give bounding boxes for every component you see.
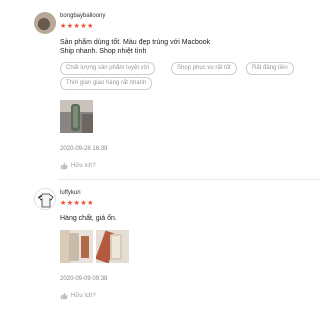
- review-divider: [58, 179, 320, 180]
- helpful-label: Hữu ích?: [71, 293, 96, 299]
- review-timestamp: 2020-09-09 09:38: [60, 276, 108, 282]
- review-comment: Sản phẩm dùng tốt. Màu đẹp trùng với Mac…: [60, 38, 210, 56]
- helpful-button[interactable]: Hữu ích?: [60, 162, 96, 170]
- review-timestamp: 2020-09-28 16:39: [60, 146, 108, 152]
- comment-line: Sản phẩm dùng tốt. Màu đẹp trùng với Mac…: [60, 39, 211, 46]
- star-rating: ★★★★★: [60, 200, 94, 207]
- review-tag: Shop phục vụ rất tốt: [171, 62, 237, 75]
- review-comment: Hàng chất, giá ổn.: [60, 214, 117, 223]
- helpful-button[interactable]: Hữu ích?: [60, 292, 96, 300]
- comment-line: Hàng chất, giá ổn.: [60, 215, 117, 222]
- review-item: bongbayballoony ★★★★★ Sản phẩm dùng tốt.…: [0, 0, 320, 179]
- thumbs-up-icon: [60, 292, 68, 300]
- review-tag: Rất đáng tiền: [246, 62, 294, 75]
- review-photo[interactable]: [60, 230, 93, 263]
- review-photo[interactable]: [60, 100, 93, 133]
- username[interactable]: bongbayballoony: [60, 13, 105, 19]
- review-photo[interactable]: [96, 230, 129, 263]
- avatar[interactable]: [34, 12, 56, 34]
- comment-line: Ship nhanh. Shop nhiệt tình: [60, 48, 147, 55]
- review-tag: Thời gian giao hàng rất nhanh: [60, 77, 153, 90]
- thumbs-up-icon: [60, 162, 68, 170]
- helpful-label: Hữu ích?: [71, 163, 96, 169]
- star-rating: ★★★★★: [60, 23, 94, 30]
- review-item: luffykun ★★★★★ Hàng chất, giá ổn. 2020-0…: [0, 182, 320, 320]
- username[interactable]: luffykun: [60, 190, 81, 196]
- review-tag: Chất lượng sản phẩm tuyệt vời: [60, 62, 155, 75]
- avatar[interactable]: [34, 188, 56, 210]
